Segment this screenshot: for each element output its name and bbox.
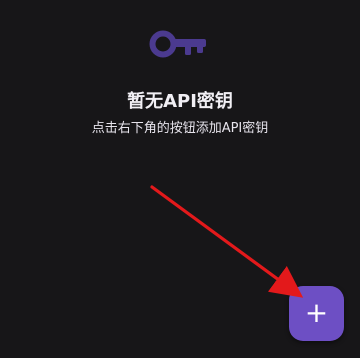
- key-icon: [149, 30, 206, 58]
- plus-icon: +: [304, 296, 329, 329]
- api-keys-screen: 暂无API密钥 点击右下角的按钮添加API密钥 +: [0, 0, 360, 358]
- empty-state-title: 暂无API密钥: [127, 91, 233, 112]
- add-api-key-button[interactable]: +: [289, 286, 344, 341]
- empty-state: 暂无API密钥 点击右下角的按钮添加API密钥: [0, 0, 360, 160]
- empty-state-subtitle: 点击右下角的按钮添加API密钥: [91, 121, 269, 136]
